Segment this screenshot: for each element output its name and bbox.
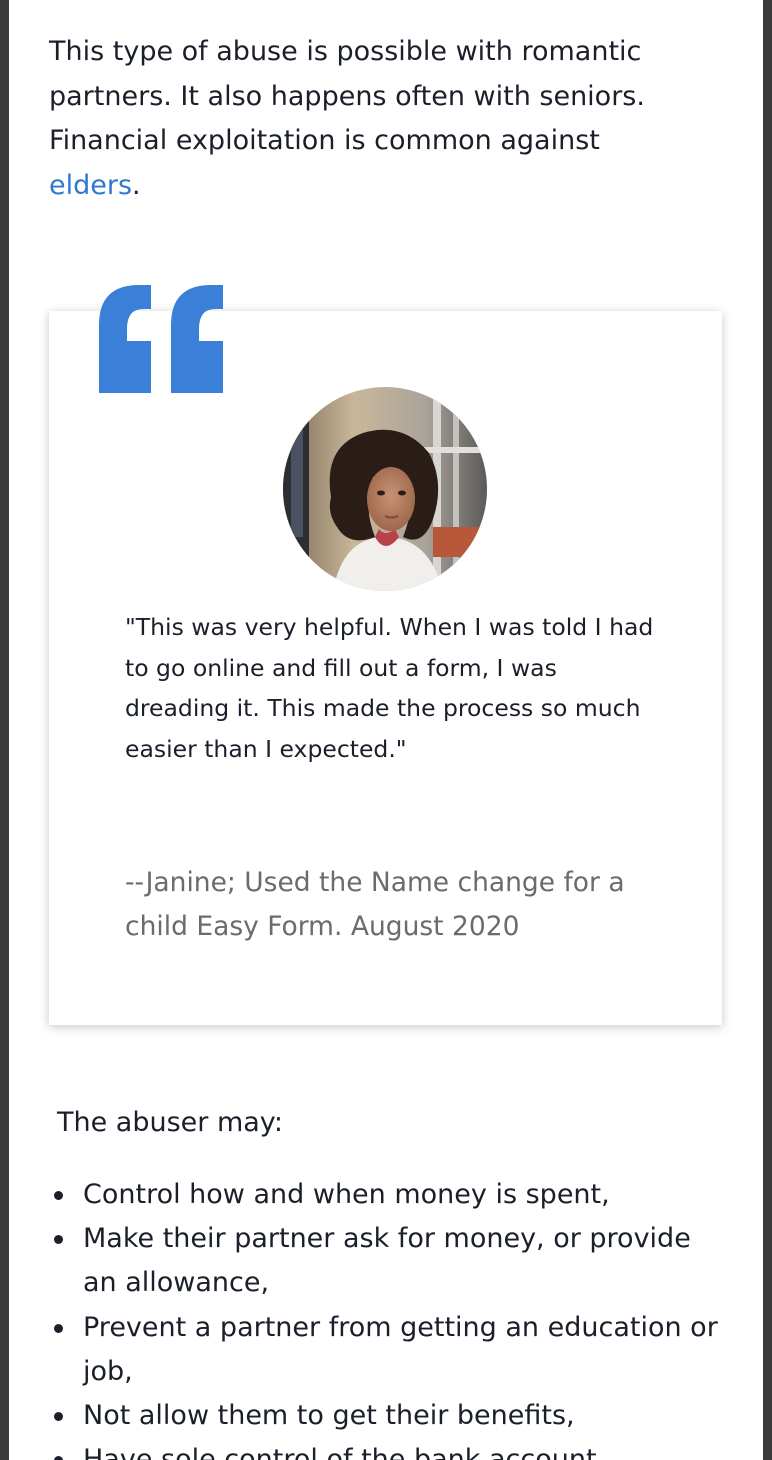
list-item-text: Make their partner ask for money, or pro… xyxy=(83,1223,691,1299)
bullet-icon xyxy=(54,1191,63,1200)
list-item: Control how and when money is spent, xyxy=(49,1173,729,1217)
list-item: Have sole control of the bank account, xyxy=(49,1438,729,1460)
elders-link[interactable]: elders xyxy=(49,170,132,201)
list-item-text: Have sole control of the bank account, xyxy=(83,1444,606,1460)
list-item-text: Control how and when money is spent, xyxy=(83,1179,610,1210)
list-item: Prevent a partner from getting an educat… xyxy=(49,1306,729,1394)
bullet-icon xyxy=(54,1456,63,1460)
intro-text-end: . xyxy=(132,169,141,201)
testimonial-card: "This was very helpful. When I was told … xyxy=(49,311,722,1025)
list-item: Make their partner ask for money, or pro… xyxy=(49,1217,729,1305)
intro-paragraph: This type of abuse is possible with roma… xyxy=(49,30,689,208)
testimonial-attribution: --Janine; Used the Name change for a chi… xyxy=(125,867,625,942)
testimonial-quote: "This was very helpful. When I was told … xyxy=(125,613,654,763)
quote-mark-icon xyxy=(99,285,223,393)
testimonial-avatar xyxy=(283,387,487,591)
avatar-photo xyxy=(283,387,487,591)
bullet-icon xyxy=(54,1323,63,1333)
article-page: This type of abuse is possible with roma… xyxy=(9,0,763,1460)
bullet-icon xyxy=(54,1412,63,1422)
abuser-behaviors-list: Control how and when money is spent, Mak… xyxy=(49,1173,729,1460)
abuser-list-heading: The abuser may: xyxy=(57,1107,283,1138)
intro-text: This type of abuse is possible with roma… xyxy=(49,36,645,156)
bullet-icon xyxy=(54,1235,63,1245)
list-item-text: Prevent a partner from getting an educat… xyxy=(83,1311,718,1387)
list-item-text: Not allow them to get their benefits, xyxy=(83,1400,575,1432)
list-item: Not allow them to get their benefits, xyxy=(49,1394,729,1438)
